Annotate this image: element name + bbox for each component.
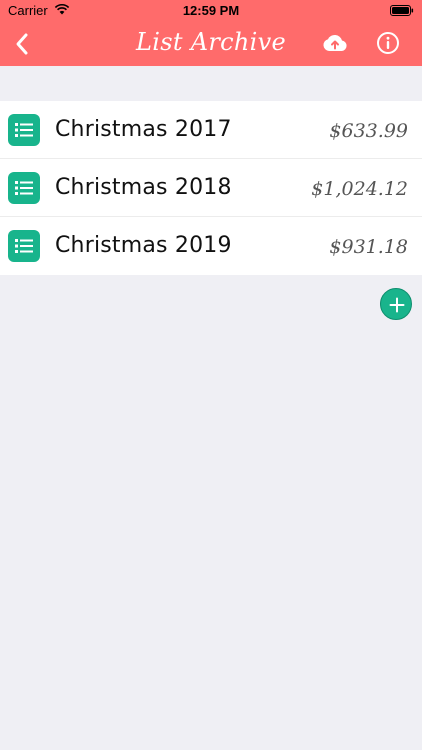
cloud-upload-icon [323, 34, 347, 51]
battery-icon [390, 5, 414, 16]
list-item-christmas-2018[interactable]: Christmas 2018 $1,024.12 [0, 159, 422, 217]
list-item-amount: $1,024.12 [311, 178, 408, 200]
list-item-christmas-2017[interactable]: Christmas 2017 $633.99 [0, 101, 422, 159]
list-item-title: Christmas 2018 [55, 175, 232, 200]
list-item-amount: $931.18 [329, 236, 408, 258]
info-icon [377, 32, 399, 54]
list-item-christmas-2019[interactable]: Christmas 2019 $931.18 [0, 217, 422, 275]
info-button[interactable] [374, 29, 402, 57]
list-item-title: Christmas 2019 [55, 233, 232, 258]
list-item-title: Christmas 2017 [55, 117, 232, 142]
list-item-amount: $633.99 [329, 120, 408, 142]
list-icon [8, 230, 40, 262]
cloud-upload-button[interactable] [320, 30, 350, 56]
nav-bar: List Archive [0, 22, 422, 66]
clock: 12:59 PM [182, 3, 240, 18]
plus-icon [389, 297, 405, 313]
list-icon [8, 114, 40, 146]
header: Carrier 12:59 PM List Archive [0, 0, 422, 66]
page-title: List Archive [136, 28, 286, 56]
list-icon [8, 172, 40, 204]
status-bar: Carrier 12:59 PM [0, 0, 422, 22]
add-list-button[interactable] [380, 288, 412, 320]
archive-list: Christmas 2017 $633.99 Christmas 2018 $1… [0, 101, 422, 275]
